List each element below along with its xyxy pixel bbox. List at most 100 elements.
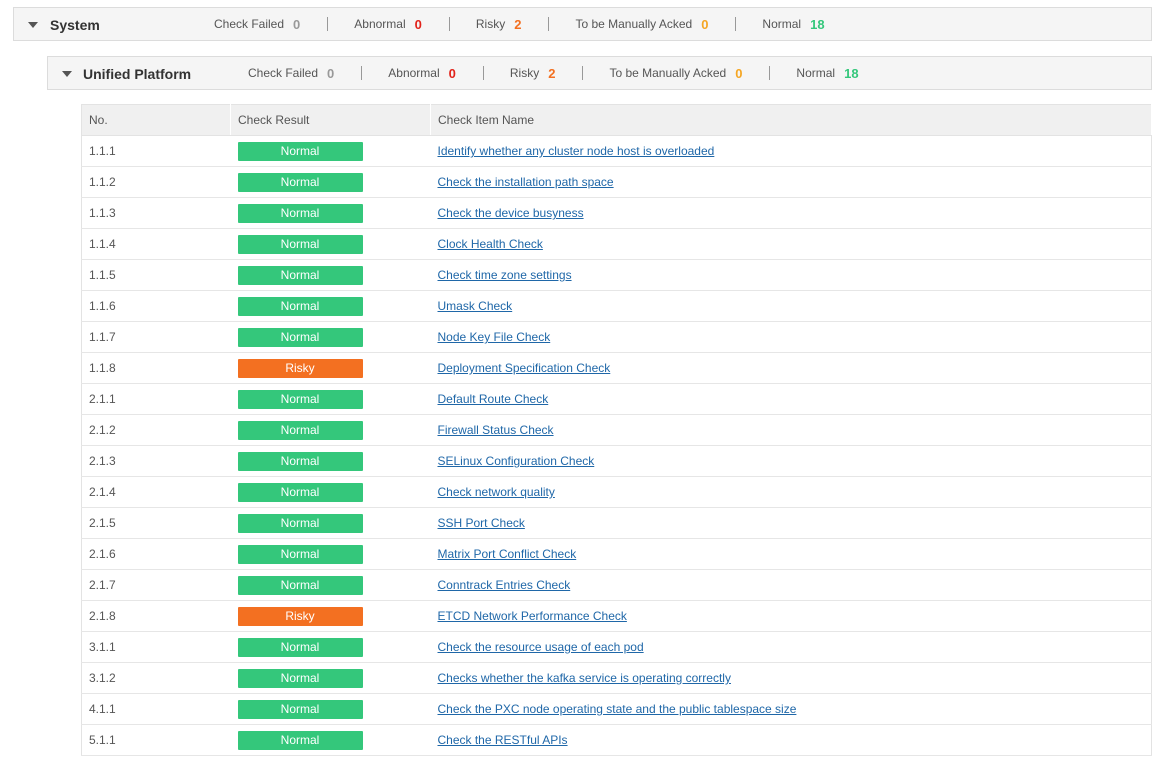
- status-badge: Normal: [237, 730, 363, 750]
- check-result-cell: Normal: [230, 538, 431, 570]
- check-item-link[interactable]: Check the PXC node operating state and t…: [438, 702, 797, 716]
- check-item-link[interactable]: Deployment Specification Check: [438, 361, 611, 375]
- check-item-name-cell: ETCD Network Performance Check: [430, 600, 1152, 632]
- stat-label: Normal: [796, 66, 836, 80]
- table-body: 1.1.1 Normal Identify whether any cluster …: [81, 135, 1152, 756]
- stat-value: 0: [327, 65, 335, 81]
- check-item-number: 2.1.6: [81, 538, 231, 570]
- check-result-cell: Normal: [230, 569, 431, 601]
- check-item-number: 2.1.1: [81, 383, 231, 415]
- check-item-link[interactable]: Node Key File Check: [438, 330, 551, 344]
- check-item-number: 1.1.5: [81, 259, 231, 291]
- check-item-name-cell: Node Key File Check: [430, 321, 1152, 353]
- stat-risky: Risky 2: [510, 66, 556, 81]
- status-badge: Normal: [237, 544, 363, 564]
- status-badge: Normal: [237, 327, 363, 347]
- check-item-name-cell: Check the device busyness: [430, 197, 1152, 229]
- check-item-link[interactable]: Check time zone settings: [438, 268, 572, 282]
- check-result-cell: Normal: [230, 414, 431, 446]
- column-header-check-item-name: Check Item Name: [430, 104, 1152, 136]
- check-item-number: 3.1.2: [81, 662, 231, 694]
- check-result-cell: Normal: [230, 445, 431, 477]
- divider: [361, 66, 363, 80]
- unified-platform-stats: Check Failed 0 Abnormal 0 Risky 2 To be …: [248, 57, 859, 89]
- check-item-name-cell: Check the PXC node operating state and t…: [430, 693, 1152, 725]
- status-badge: Normal: [237, 234, 363, 254]
- check-item-number: 4.1.1: [81, 693, 231, 725]
- status-badge: Normal: [237, 141, 363, 161]
- column-header-check-result: Check Result: [230, 104, 431, 136]
- check-item-link[interactable]: Firewall Status Check: [438, 423, 554, 437]
- check-item-link[interactable]: Umask Check: [438, 299, 513, 313]
- status-badge: Normal: [237, 420, 363, 440]
- check-item-link[interactable]: Checks whether the kafka service is oper…: [438, 671, 731, 685]
- stat-value: 2: [514, 16, 522, 32]
- table-row: 5.1.1 Normal Check the RESTful APIs: [81, 724, 1152, 756]
- stat-abnormal: Abnormal 0: [354, 17, 422, 32]
- check-result-cell: Normal: [230, 259, 431, 291]
- check-item-name-cell: Umask Check: [430, 290, 1152, 322]
- check-item-link[interactable]: Check the device busyness: [438, 206, 584, 220]
- table-row: 1.1.5 Normal Check time zone settings: [81, 259, 1152, 291]
- check-items-table: No. Check Result Check Item Name 1.1.1 No…: [81, 104, 1152, 756]
- check-item-link[interactable]: Check the resource usage of each pod: [438, 640, 644, 654]
- check-item-link[interactable]: SELinux Configuration Check: [438, 454, 595, 468]
- table-row: 3.1.1 Normal Check the resource usage of e…: [81, 631, 1152, 663]
- stat-abnormal: Abnormal 0: [388, 66, 456, 81]
- check-result-cell: Normal: [230, 662, 431, 694]
- check-item-number: 1.1.3: [81, 197, 231, 229]
- check-item-name-cell: Check the installation path space: [430, 166, 1152, 198]
- divider: [482, 66, 484, 80]
- check-item-name-cell: SSH Port Check: [430, 507, 1152, 539]
- check-result-cell: Normal: [230, 321, 431, 353]
- status-badge: Normal: [237, 389, 363, 409]
- check-item-number: 2.1.5: [81, 507, 231, 539]
- check-result-cell: Normal: [230, 383, 431, 415]
- check-item-link[interactable]: Default Route Check: [438, 392, 549, 406]
- check-item-name-cell: Firewall Status Check: [430, 414, 1152, 446]
- divider: [769, 66, 771, 80]
- stat-risky: Risky 2: [476, 17, 522, 32]
- table-row: 1.1.8 Risky Deployment Specification Check: [81, 352, 1152, 384]
- status-badge: Risky: [237, 358, 363, 378]
- check-item-link[interactable]: Conntrack Entries Check: [438, 578, 571, 592]
- status-badge: Normal: [237, 637, 363, 657]
- check-item-number: 1.1.6: [81, 290, 231, 322]
- check-result-cell: Normal: [230, 197, 431, 229]
- collapse-caret-icon[interactable]: [62, 71, 72, 77]
- stat-manually-acked: To be Manually Acked 0: [609, 66, 742, 81]
- status-badge: Normal: [237, 451, 363, 471]
- status-badge: Normal: [237, 265, 363, 285]
- stat-value: 18: [810, 16, 825, 32]
- table-row: 1.1.7 Normal Node Key File Check: [81, 321, 1152, 353]
- check-item-number: 1.1.2: [81, 166, 231, 198]
- unified-platform-section-header[interactable]: Unified Platform Check Failed 0 Abnormal…: [47, 56, 1152, 90]
- table-row: 1.1.2 Normal Check the installation path s…: [81, 166, 1152, 198]
- check-result-cell: Normal: [230, 476, 431, 508]
- check-item-name-cell: Clock Health Check: [430, 228, 1152, 260]
- system-stats: Check Failed 0 Abnormal 0 Risky 2 To be …: [214, 8, 825, 40]
- check-item-number: 2.1.3: [81, 445, 231, 477]
- check-item-number: 1.1.1: [81, 135, 231, 167]
- check-item-link[interactable]: Clock Health Check: [438, 237, 543, 251]
- check-result-cell: Risky: [230, 600, 431, 632]
- check-item-link[interactable]: Check the RESTful APIs: [438, 733, 568, 747]
- check-item-link[interactable]: Check network quality: [438, 485, 555, 499]
- table-row: 1.1.1 Normal Identify whether any cluster …: [81, 135, 1152, 167]
- stat-value: 0: [293, 16, 301, 32]
- stat-label: Risky: [475, 17, 506, 31]
- check-item-link[interactable]: ETCD Network Performance Check: [438, 609, 627, 623]
- check-item-link[interactable]: SSH Port Check: [438, 516, 525, 530]
- check-item-link[interactable]: Check the installation path space: [438, 175, 614, 189]
- check-item-number: 5.1.1: [81, 724, 231, 756]
- check-item-name-cell: Check network quality: [430, 476, 1152, 508]
- table-row: 2.1.7 Normal Conntrack Entries Check: [81, 569, 1152, 601]
- collapse-caret-icon[interactable]: [28, 22, 38, 28]
- system-section-header[interactable]: System Check Failed 0 Abnormal 0 Risky 2…: [13, 7, 1152, 41]
- divider: [327, 17, 329, 31]
- check-item-number: 2.1.4: [81, 476, 231, 508]
- status-badge: Normal: [237, 575, 363, 595]
- stat-label: Check Failed: [214, 17, 285, 31]
- check-item-link[interactable]: Matrix Port Conflict Check: [438, 547, 577, 561]
- check-item-link[interactable]: Identify whether any cluster node host i…: [438, 144, 715, 158]
